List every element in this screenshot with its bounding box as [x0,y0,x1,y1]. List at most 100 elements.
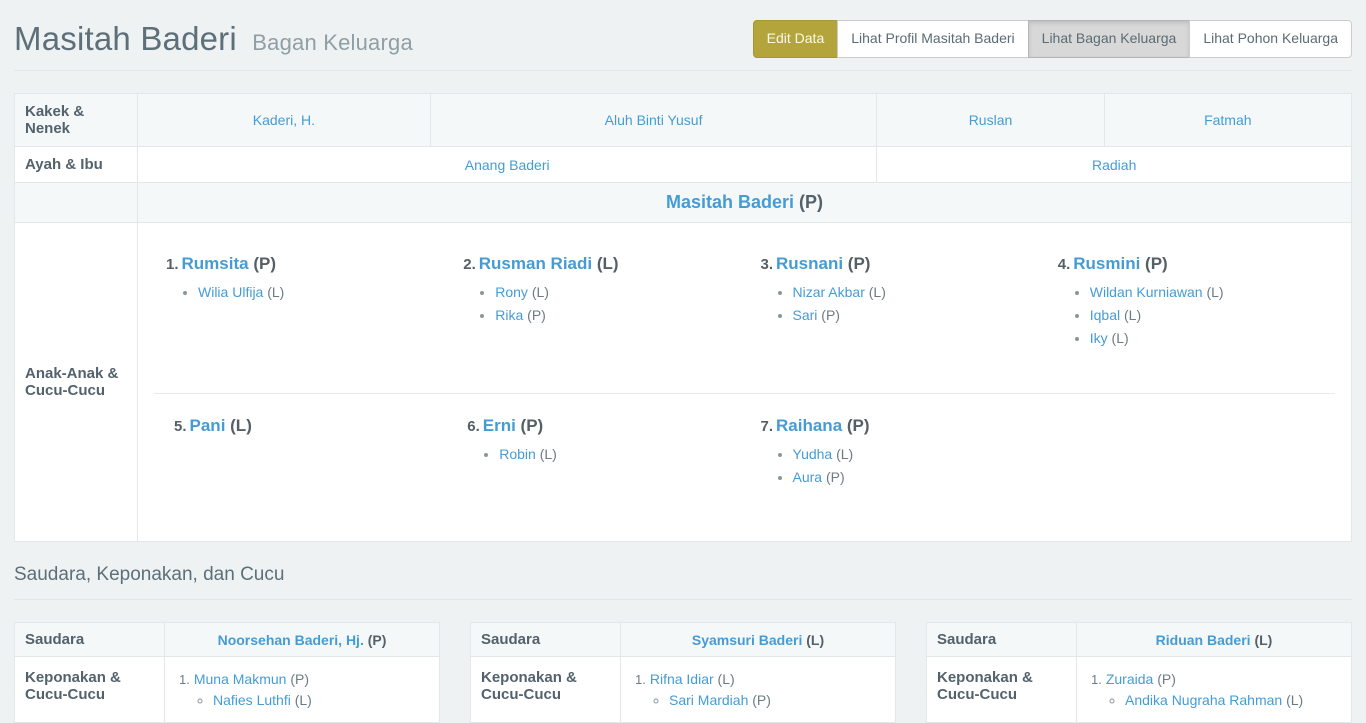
person-row-label-empty [15,183,138,223]
nephews-row: Keponakan & Cucu-Cucu1.Muna Makmun (P)Na… [15,657,440,723]
child-name-link[interactable]: Rusman Riadi [479,254,592,273]
nephew-name-link[interactable]: Rifna Idiar [650,671,714,687]
child-gender: (P) [843,254,870,273]
sibling-table: SaudaraSyamsuri Baderi (L)Keponakan & Cu… [470,622,896,723]
grandchild-item: Rony (L) [495,284,732,300]
child-item: 3.Rusnani (P)Nizar Akbar (L)Sari (P) [745,240,1042,393]
grandchild-name-link[interactable]: Robin [499,446,536,462]
grandchild-gender: (L) [1203,284,1224,300]
grandchild-name-link[interactable]: Sari [793,307,818,323]
toolbar: Edit DataLihat Profil Masitah BaderiLiha… [753,20,1352,58]
nephew-child-name-link[interactable]: Sari Mardiah [669,692,748,708]
father-link[interactable]: Anang Baderi [465,157,550,173]
sibling-name-link[interactable]: Riduan Baderi [1156,632,1251,648]
grandchild-name-link[interactable]: Yudha [793,446,833,462]
grandparent-link[interactable]: Ruslan [969,112,1013,128]
nephew-number: 1. [635,672,646,687]
nephew-child-name-link[interactable]: Andika Nugraha Rahman [1125,692,1282,708]
grandparent-link[interactable]: Fatmah [1204,112,1251,128]
nephew-name-link[interactable]: Muna Makmun [194,671,287,687]
row-label-sibling: Saudara [927,623,1077,657]
page-header: Masitah Baderi Bagan Keluarga Edit DataL… [14,0,1352,71]
sibling-name-cell: Noorsehan Baderi, Hj. (P) [165,623,440,657]
grandchild-gender: (L) [1120,307,1141,323]
family-table: Kakek & Nenek Kaderi, H. Aluh Binti Yusu… [14,93,1352,542]
main-content: Kakek & Nenek Kaderi, H. Aluh Binti Yusu… [14,93,1352,723]
grandchildren-list: Wildan Kurniawan (L)Iqbal (L)Iky (L) [1058,284,1327,346]
nephew-gender: (L) [714,671,735,687]
mother-link[interactable]: Radiah [1092,157,1136,173]
grandparent-cell: Ruslan [877,94,1104,147]
child-name-link[interactable]: Rusnani [776,254,843,273]
nephews-cell: 1. Rifna Idiar (L) Sari Mardiah (P) [621,657,896,723]
child-name-link[interactable]: Rusmini [1073,254,1140,273]
grandchildren-list: Robin (L) [467,446,732,462]
child-name-link[interactable]: Rumsita [182,254,249,273]
child-name-link[interactable]: Raihana [776,416,842,435]
child-title: 4.Rusmini (P) [1058,254,1327,274]
page-subtitle: Bagan Keluarga [252,30,413,55]
grandchild-gender: (P) [822,469,845,485]
child-name-link[interactable]: Erni [483,416,516,435]
children-row-container: Anak-Anak & Cucu-Cucu 1.Rumsita (P)Wilia… [15,223,1352,542]
child-number: 7. [761,418,774,435]
sibling-name-link[interactable]: Syamsuri Baderi [692,632,803,648]
nephews-row: Keponakan & Cucu-Cucu1.Rifna Idiar (L)Sa… [471,657,896,723]
grandchild-name-link[interactable]: Aura [793,469,823,485]
nephews-cell: 1.Zuraida (P)Andika Nugraha Rahman (L) [1077,657,1352,723]
children-row: 1.Rumsita (P) Wilia Ulfija (L) 2.Rusman Ri… [146,232,1343,393]
toolbar-button-lihat-profil[interactable]: Lihat Profil Masitah Baderi [837,20,1028,58]
sibling-table: SaudaraRiduan Baderi (L)Keponakan & Cucu… [926,622,1352,723]
grandchild-item: Wildan Kurniawan (L) [1090,284,1327,300]
child-title: 2.Rusman Riadi (L) [463,254,732,274]
toolbar-button-lihat-pohon-keluarga[interactable]: Lihat Pohon Keluarga [1189,20,1352,58]
sibling-name-link[interactable]: Noorsehan Baderi, Hj. [218,632,364,648]
grandchild-name-link[interactable]: Rika [495,307,523,323]
grandchild-name-link[interactable]: Wilia Ulfija [198,284,263,300]
sibling-name-row: SaudaraNoorsehan Baderi, Hj. (P) [15,623,440,657]
nephew-child-name-link[interactable]: Nafies Luthfi [213,692,291,708]
child-gender: (L) [225,416,251,435]
grandparents-row: Kakek & Nenek Kaderi, H. Aluh Binti Yusu… [15,94,1352,147]
sibling-table: SaudaraNoorsehan Baderi, Hj. (P)Keponaka… [14,622,440,723]
child-name-link[interactable]: Pani [190,416,226,435]
sibling-name-row: SaudaraRiduan Baderi (L) [927,623,1352,657]
nephew-list: 1. Rifna Idiar (L) Sari Mardiah (P) [629,671,887,708]
person-row: Masitah Baderi (P) [15,183,1352,223]
grandparent-link[interactable]: Kaderi, H. [253,112,315,128]
nephew-child-gender: (P) [748,692,771,708]
grandchild-name-link[interactable]: Iky [1090,330,1108,346]
nephew-child-gender: (L) [291,692,312,708]
grandchild-gender: (L) [536,446,557,462]
children-rows: 1.Rumsita (P) Wilia Ulfija (L) 2.Rusman Ri… [146,232,1343,532]
nephew-children-list: Andika Nugraha Rahman (L) [1091,692,1343,708]
row-label-sibling: Saudara [471,623,621,657]
toolbar-button-lihat-bagan-keluarga[interactable]: Lihat Bagan Keluarga [1028,20,1191,58]
grandchild-name-link[interactable]: Wildan Kurniawan [1090,284,1203,300]
person-name-link[interactable]: Masitah Baderi [666,192,794,212]
grandchild-gender: (P) [523,307,546,323]
grandchild-gender: (L) [832,446,853,462]
row-label-nephews: Keponakan & Cucu-Cucu [15,657,165,723]
child-item: 6.Erni (P)Robin (L) [451,402,744,532]
grandchild-item: Aura (P) [793,469,1026,485]
child-number: 2. [463,256,476,273]
nephew-child-item: Sari Mardiah (P) [669,692,887,708]
grandparent-link[interactable]: Aluh Binti Yusuf [605,112,703,128]
grandchild-item: Rika (P) [495,307,732,323]
grandparent-cell: Fatmah [1104,94,1351,147]
nephew-children-list: Sari Mardiah (P) [635,692,887,708]
nephew-name-link[interactable]: Zuraida [1106,671,1153,687]
grandchildren-list: Yudha (L) Aura (P) [761,446,1026,485]
toolbar-button-edit-data[interactable]: Edit Data [753,20,839,58]
nephew-child-item: Nafies Luthfi (L) [213,692,431,708]
nephew-gender: (P) [286,671,309,687]
grandchild-name-link[interactable]: Rony [495,284,528,300]
grandchild-name-link[interactable]: Nizar Akbar [793,284,865,300]
nephew-children-list: Nafies Luthfi (L) [179,692,431,708]
mother-cell: Radiah [877,147,1352,183]
grandchild-gender: (L) [1108,330,1129,346]
grandchild-name-link[interactable]: Iqbal [1090,307,1120,323]
grandchildren-list: Rony (L) Rika (P) [463,284,732,323]
child-title: 1.Rumsita (P) [166,254,435,274]
